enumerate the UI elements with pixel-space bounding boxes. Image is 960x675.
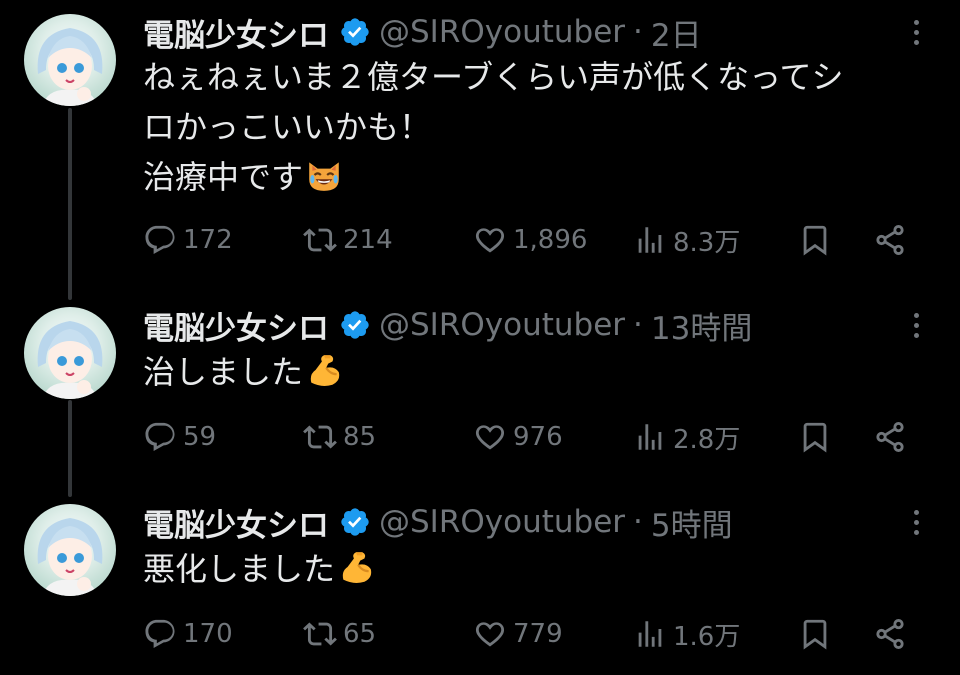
author-handle[interactable]: @SIROyoutuber [379,14,625,50]
tweet[interactable]: 電脳少女シロ @SIROyoutuber · 2日 ねぇねぇいま２億ターブくらい… [0,0,960,290]
bookmark-icon [803,422,827,453]
views-count: 8.3万 [673,227,741,258]
reply-icon [145,422,175,452]
bookmark-button[interactable] [798,415,838,459]
like-count: 1,896 [513,225,588,255]
repost-button[interactable]: 85 [303,415,376,459]
separator-dot: · [633,307,643,343]
avatar-image [37,518,103,596]
tweet-actions: 172 214 1,896 8.3万 [143,218,923,262]
bookmark-button[interactable] [798,612,838,656]
verified-badge-icon[interactable] [339,16,371,48]
tweet-text-line-with-emoji: 治療中です [143,152,843,202]
tweet-text-line-with-emoji: 悪化しました [143,544,375,594]
views-icon [638,424,662,450]
more-options-icon[interactable] [906,502,926,542]
tweet-text: 悪化しました [143,544,375,594]
avatar[interactable] [24,14,116,106]
avatar-image [37,28,103,106]
verified-badge-icon[interactable] [339,506,371,538]
heart-icon [475,622,505,647]
repost-icon [303,425,337,449]
share-icon [876,421,904,453]
tweet-text: 治しました [143,347,343,397]
views-icon [638,227,662,253]
bookmark-button[interactable] [798,218,838,262]
share-button[interactable] [873,612,913,656]
bookmark-icon [803,619,827,650]
verified-badge-icon[interactable] [339,309,371,341]
tweet-actions: 59 85 976 2.8万 [143,415,923,459]
repost-button[interactable]: 65 [303,612,376,656]
views-button[interactable]: 2.8万 [633,415,740,459]
reply-count: 172 [183,225,233,255]
avatar[interactable] [24,307,116,399]
like-button[interactable]: 976 [473,415,563,459]
tweet-actions: 170 65 779 1.6万 [143,612,923,656]
like-count: 976 [513,422,563,452]
like-button[interactable]: 1,896 [473,218,587,262]
repost-icon [303,228,337,252]
author-name[interactable]: 電脳少女シロ [143,303,329,348]
bookmark-icon [803,225,827,256]
views-count: 1.6万 [673,621,741,652]
tweet-text-line: ねぇねぇいま２億ターブくらい声が低くなってシ [143,58,844,96]
separator-dot: · [633,14,643,50]
reply-count: 59 [183,422,217,452]
tweet[interactable]: 電脳少女シロ @SIROyoutuber · 5時間 悪化しました 170 65… [0,494,960,675]
more-options-icon[interactable] [906,305,926,345]
views-button[interactable]: 1.6万 [633,612,740,656]
reply-icon [145,225,175,255]
heart-icon [475,228,505,253]
tweet-header: 電脳少女シロ @SIROyoutuber · 2日 [143,10,702,54]
flexed-biceps-emoji [310,355,340,386]
repost-count: 214 [343,225,393,255]
reply-button[interactable]: 59 [143,415,216,459]
share-button[interactable] [873,415,913,459]
laughing-cat-emoji [309,162,339,191]
reply-button[interactable]: 170 [143,612,233,656]
tweet[interactable]: 電脳少女シロ @SIROyoutuber · 13時間 治しました 59 85 … [0,297,960,487]
tweet-text: ねぇねぇいま２億ターブくらい声が低くなってシ ロかっこいいかも！ 治療中です [143,52,843,202]
tweet-text-line: 悪化しました [143,550,336,588]
repost-icon [303,622,337,646]
avatar[interactable] [24,504,116,596]
tweet-text-line: 治療中です [143,158,304,196]
author-name[interactable]: 電脳少女シロ [143,10,329,55]
author-handle[interactable]: @SIROyoutuber [379,307,625,343]
avatar-image [37,321,103,399]
flexed-biceps-emoji [342,552,372,583]
timestamp[interactable]: 13時間 [651,303,752,348]
share-button[interactable] [873,218,913,262]
views-count: 2.8万 [673,424,741,455]
author-handle[interactable]: @SIROyoutuber [379,504,625,540]
reply-icon [145,619,175,649]
share-icon [876,224,904,256]
tweet-header: 電脳少女シロ @SIROyoutuber · 5時間 [143,500,733,544]
timestamp[interactable]: 2日 [651,10,702,55]
tweet-text-line-with-emoji: 治しました [143,347,343,397]
repost-button[interactable]: 214 [303,218,393,262]
like-count: 779 [513,619,563,649]
heart-icon [475,425,505,450]
more-options-icon[interactable] [906,12,926,52]
author-name[interactable]: 電脳少女シロ [143,500,329,545]
views-icon [638,621,662,647]
like-button[interactable]: 779 [473,612,563,656]
tweet-text-line: 治しました [143,353,304,391]
repost-count: 85 [343,422,377,452]
share-icon [876,618,904,650]
separator-dot: · [633,504,643,540]
repost-count: 65 [343,619,377,649]
tweet-text-line: ロかっこいいかも！ [143,108,432,146]
timestamp[interactable]: 5時間 [651,500,733,545]
views-button[interactable]: 8.3万 [633,218,740,262]
reply-count: 170 [183,619,233,649]
reply-button[interactable]: 172 [143,218,233,262]
tweet-header: 電脳少女シロ @SIROyoutuber · 13時間 [143,303,752,347]
